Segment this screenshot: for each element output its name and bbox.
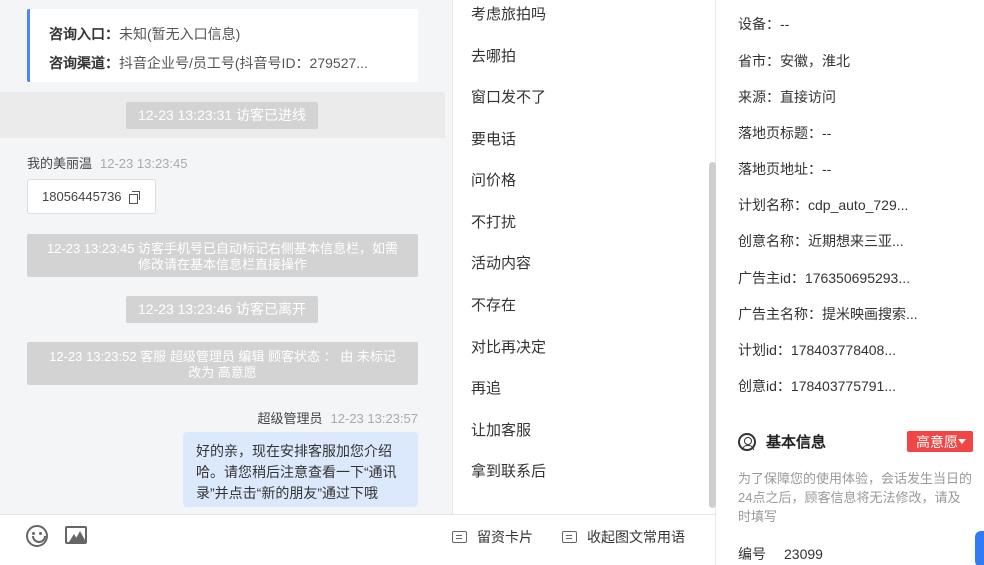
info-label: 省市： — [738, 53, 780, 69]
edit-notice: 为了保障您的使用体验，会话发生当日的24点之后，顾客信息将无法修改，请及时填写 — [738, 471, 973, 524]
info-value: 178403775791... — [790, 378, 897, 394]
basic-info-title-text: 基本信息 — [766, 434, 827, 451]
info-label: 落地页标题： — [738, 125, 822, 141]
quick-phrase-item[interactable]: 让加客服 — [471, 419, 531, 440]
quick-phrases-panel: 考虑旅拍吗 去哪拍 窗口发不了 要电话 问价格 不打扰 活动内容 不存在 对比再… — [452, 0, 716, 514]
quick-phrase-item[interactable]: 不存在 — [471, 294, 516, 315]
info-value: cdp_auto_729... — [808, 197, 909, 213]
system-message-status: 12-23 13:23:52 客服 超级管理员 编辑 顾客状态 ： 由 未标记 … — [27, 342, 418, 385]
card-icon — [452, 531, 467, 543]
image-icon[interactable] — [65, 526, 87, 544]
floating-side-button[interactable] — [975, 531, 984, 565]
system-message-leave: 12-23 13:23:46 访客已离开 — [126, 296, 318, 323]
info-label: 计划名称： — [738, 197, 808, 213]
phone-number: 18056445736 — [42, 189, 122, 204]
info-row-advertiser-id: 广告主id：176350695293... — [738, 268, 910, 288]
quick-phrase-item[interactable]: 再追 — [471, 377, 501, 398]
intent-status-dropdown[interactable]: 高意愿 — [907, 431, 973, 452]
quick-phrase-item[interactable]: 窗口发不了 — [471, 86, 546, 107]
info-label: 计划id： — [738, 342, 791, 358]
info-row-creative-id: 创意id：178403775791... — [738, 376, 896, 396]
channel-label: 咨询渠道： — [49, 55, 119, 71]
entry-label: 咨询入口： — [49, 26, 119, 42]
info-label: 创意名称： — [738, 233, 808, 249]
entry-value: 未知(暂无入口信息) — [119, 26, 241, 42]
collapse-phrases-button[interactable]: 收起图文常用语 — [562, 527, 685, 547]
info-row-device: 设备：-- — [738, 14, 789, 34]
lead-card-label: 留资卡片 — [477, 529, 533, 545]
info-row-region: 省市：安徽，淮北 — [738, 51, 850, 71]
quick-phrase-item[interactable]: 拿到联系后 — [471, 460, 546, 481]
caret-down-icon — [958, 439, 966, 444]
visitor-sender: 我的美丽温 12-23 13:23:45 — [27, 153, 187, 172]
visitor-time: 12-23 13:23:45 — [100, 156, 188, 171]
quick-phrase-item[interactable]: 要电话 — [471, 128, 516, 149]
emoji-icon[interactable] — [26, 525, 48, 547]
info-value: 提米映画搜索... — [822, 306, 918, 322]
info-value: 178403778408... — [790, 342, 897, 358]
info-value: 直接访问 — [780, 89, 836, 105]
visitor-name: 我的美丽温 — [27, 156, 93, 171]
info-row-plan-id: 计划id：178403778408... — [738, 340, 896, 360]
info-row-plan-name: 计划名称：cdp_auto_729... — [738, 195, 908, 215]
system-message-enter: 12-23 13:23:31 访客已进线 — [126, 102, 318, 129]
quick-phrase-item[interactable]: 对比再决定 — [471, 336, 546, 357]
info-value: -- — [822, 161, 832, 177]
quick-phrase-item[interactable]: 不打扰 — [471, 211, 516, 232]
chat-toolbar — [0, 514, 452, 565]
info-label: 广告主id： — [738, 270, 805, 286]
intent-status-label: 高意愿 — [916, 434, 958, 450]
info-value: -- — [780, 16, 790, 32]
info-label: 创意id： — [738, 378, 791, 394]
info-row-number: 编号 23099 — [738, 544, 823, 564]
info-label: 广告主名称： — [738, 306, 822, 322]
agent-message: 好的亲，现在安排客服加您介绍哈。请您稍后注意查看一下“通讯录”并点击“新的朋友”… — [183, 432, 418, 507]
basic-info-title: 基本信息 — [738, 431, 826, 452]
info-label: 设备： — [738, 16, 780, 32]
info-row-creative-name: 创意名称：近期想来三亚... — [738, 231, 904, 251]
channel-value: 抖音企业号/员工号(抖音号ID：279527... — [119, 55, 368, 71]
phone-message[interactable]: 18056445736 — [27, 179, 156, 214]
info-value: -- — [822, 125, 832, 141]
info-row-landing-url: 落地页地址：-- — [738, 159, 831, 179]
quick-phrase-item[interactable]: 活动内容 — [471, 252, 531, 273]
quick-phrase-item[interactable]: 问价格 — [471, 169, 516, 190]
info-label: 落地页地址： — [738, 161, 822, 177]
info-value: 近期想来三亚... — [808, 233, 904, 249]
info-label: 来源： — [738, 89, 780, 105]
info-row-advertiser-name: 广告主名称：提米映画搜索... — [738, 304, 918, 324]
chat-panel: 咨询入口：未知(暂无入口信息) 咨询渠道：抖音企业号/员工号(抖音号ID：279… — [0, 0, 452, 565]
user-icon — [738, 432, 756, 451]
info-row-landing-title: 落地页标题：-- — [738, 123, 831, 143]
info-row-source: 来源：直接访问 — [738, 87, 836, 107]
number-value: 23099 — [784, 546, 823, 562]
agent-time: 12-23 13:23:57 — [330, 411, 418, 426]
phrases-scrollbar[interactable] — [709, 162, 716, 508]
agent-name: 超级管理员 — [257, 411, 323, 426]
consult-info-card: 咨询入口：未知(暂无入口信息) 咨询渠道：抖音企业号/员工号(抖音号ID：279… — [27, 9, 418, 82]
message-icon — [562, 531, 577, 543]
phrases-toolbar: 留资卡片 收起图文常用语 — [452, 514, 716, 565]
lead-card-button[interactable]: 留资卡片 — [452, 527, 533, 547]
agent-sender: 超级管理员 12-23 13:23:57 — [258, 408, 418, 427]
number-label: 编号 — [738, 546, 766, 562]
copy-icon[interactable] — [129, 191, 140, 204]
info-value: 176350695293... — [804, 270, 911, 286]
info-value: 安徽，淮北 — [780, 53, 850, 69]
quick-phrase-item[interactable]: 考虑旅拍吗 — [471, 3, 546, 24]
collapse-phrases-label: 收起图文常用语 — [587, 529, 685, 545]
visitor-info-panel: 设备：-- 省市：安徽，淮北 来源：直接访问 落地页标题：-- 落地页地址：--… — [716, 0, 984, 565]
quick-phrase-item[interactable]: 去哪拍 — [471, 45, 516, 66]
system-message-phone-tag: 12-23 13:23:45 访客手机号已自动标记右侧基本信息栏，如需修改请在基… — [27, 234, 418, 277]
